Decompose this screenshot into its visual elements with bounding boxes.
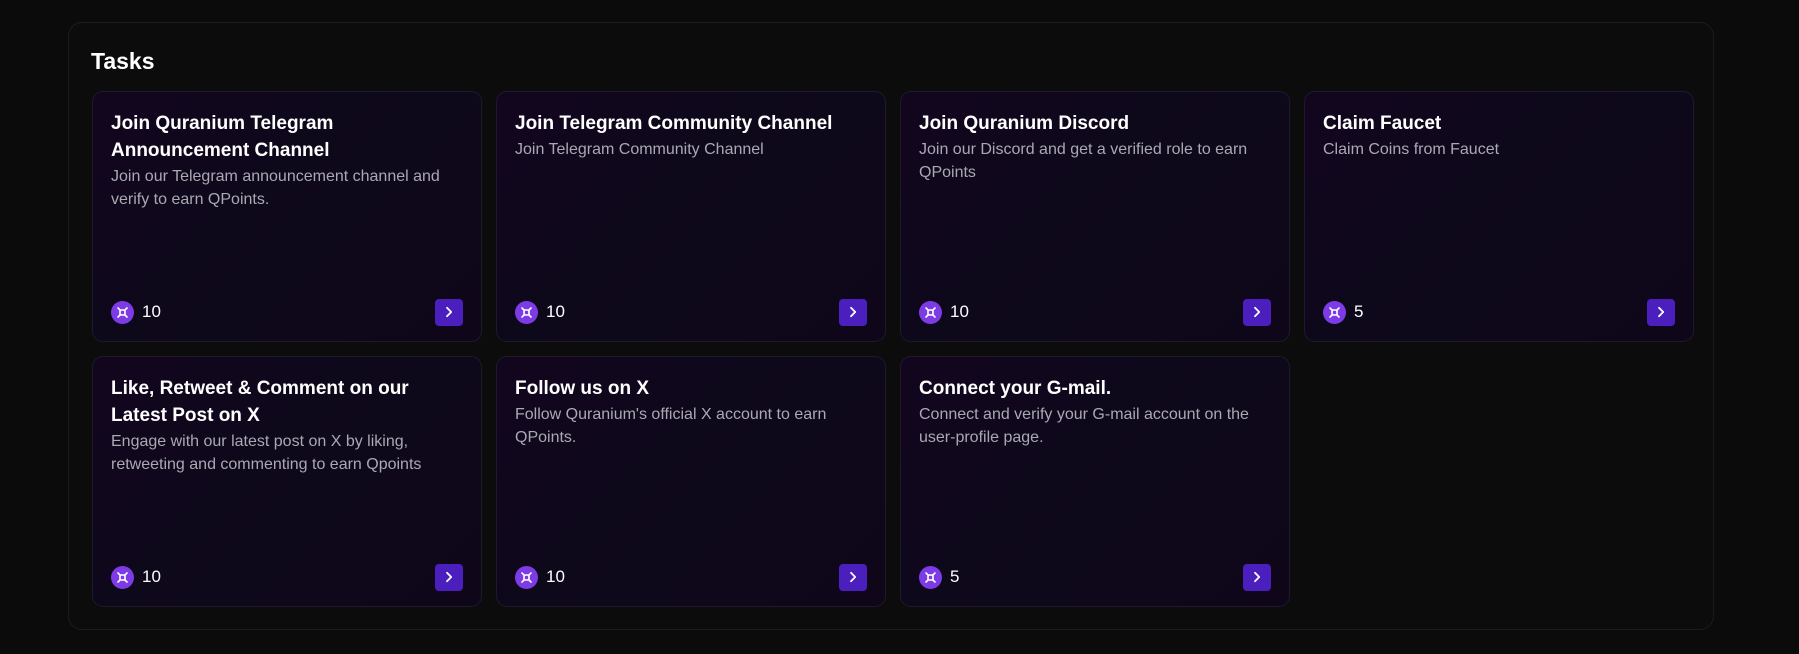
task-title: Connect your G-mail. bbox=[919, 378, 1112, 399]
open-task-button[interactable] bbox=[435, 298, 463, 326]
task-points: 5 bbox=[1354, 302, 1364, 321]
task-description: Join our Telegram announcement channel a… bbox=[111, 168, 440, 208]
task-points: 10 bbox=[546, 302, 565, 321]
task-footer: 5 bbox=[919, 563, 1271, 591]
task-points: 10 bbox=[950, 302, 969, 321]
task-points: 10 bbox=[142, 302, 161, 321]
task-reward: 10 bbox=[515, 300, 565, 324]
open-task-button[interactable] bbox=[1243, 563, 1271, 591]
q-coin-icon bbox=[111, 300, 134, 324]
task-description: Claim Coins from Faucet bbox=[1323, 141, 1500, 158]
task-title: Join Telegram Community Channel bbox=[515, 113, 833, 134]
task-title: Join Quranium Discord bbox=[919, 113, 1130, 134]
task-card[interactable]: Join Quranium Telegram Announcement Chan… bbox=[92, 91, 482, 342]
task-card[interactable]: Join Telegram Community Channel Join Tel… bbox=[496, 91, 886, 342]
open-task-button[interactable] bbox=[1647, 298, 1675, 326]
task-title: Join Quranium Telegram Announcement Chan… bbox=[111, 113, 334, 161]
chevron-right-icon bbox=[1254, 571, 1261, 583]
q-coin-icon bbox=[515, 565, 538, 589]
task-points: 10 bbox=[546, 567, 565, 586]
q-coin-icon bbox=[919, 565, 942, 589]
chevron-right-icon bbox=[446, 571, 453, 583]
task-footer: 5 bbox=[1323, 298, 1675, 326]
q-coin-icon bbox=[919, 300, 942, 324]
task-card[interactable]: Join Quranium Discord Join our Discord a… bbox=[900, 91, 1290, 342]
task-reward: 5 bbox=[919, 565, 960, 589]
task-reward: 5 bbox=[1323, 300, 1364, 324]
q-coin-icon bbox=[111, 565, 134, 589]
q-coin-icon bbox=[515, 300, 538, 324]
panel-title: Tasks bbox=[91, 48, 155, 74]
task-description: Engage with our latest post on X by liki… bbox=[111, 433, 422, 473]
task-description: Connect and verify your G-mail account o… bbox=[919, 406, 1249, 446]
task-footer: 10 bbox=[919, 298, 1271, 326]
task-title: Claim Faucet bbox=[1323, 113, 1442, 134]
task-title: Follow us on X bbox=[515, 378, 650, 399]
open-task-button[interactable] bbox=[1243, 298, 1271, 326]
tasks-panel: Tasks Join Quranium Telegram Announcemen… bbox=[68, 22, 1714, 630]
task-points: 10 bbox=[142, 567, 161, 586]
task-card[interactable]: Follow us on X Follow Quranium's officia… bbox=[496, 356, 886, 607]
task-points: 5 bbox=[950, 567, 960, 586]
task-reward: 10 bbox=[515, 565, 565, 589]
open-task-button[interactable] bbox=[839, 298, 867, 326]
chevron-right-icon bbox=[850, 306, 857, 318]
task-reward: 10 bbox=[919, 300, 969, 324]
task-description: Follow Quranium's official X account to … bbox=[515, 406, 827, 446]
task-reward: 10 bbox=[111, 565, 161, 589]
chevron-right-icon bbox=[446, 306, 453, 318]
open-task-button[interactable] bbox=[435, 563, 463, 591]
task-footer: 10 bbox=[515, 298, 867, 326]
task-footer: 10 bbox=[111, 298, 463, 326]
task-card[interactable]: Like, Retweet & Comment on our Latest Po… bbox=[92, 356, 482, 607]
task-description: Join our Discord and get a verified role… bbox=[919, 141, 1248, 181]
q-coin-icon bbox=[1323, 300, 1346, 324]
task-description: Join Telegram Community Channel bbox=[515, 141, 764, 158]
chevron-right-icon bbox=[850, 571, 857, 583]
chevron-right-icon bbox=[1658, 306, 1665, 318]
task-card[interactable]: Claim Faucet Claim Coins from Faucet 5 bbox=[1304, 91, 1694, 342]
task-grid: Join Quranium Telegram Announcement Chan… bbox=[92, 91, 1694, 607]
open-task-button[interactable] bbox=[839, 563, 867, 591]
task-reward: 10 bbox=[111, 300, 161, 324]
chevron-right-icon bbox=[1254, 306, 1261, 318]
task-card[interactable]: Connect your G-mail. Connect and verify … bbox=[900, 356, 1290, 607]
task-title: Like, Retweet & Comment on our Latest Po… bbox=[111, 378, 409, 426]
task-footer: 10 bbox=[515, 563, 867, 591]
task-footer: 10 bbox=[111, 563, 463, 591]
